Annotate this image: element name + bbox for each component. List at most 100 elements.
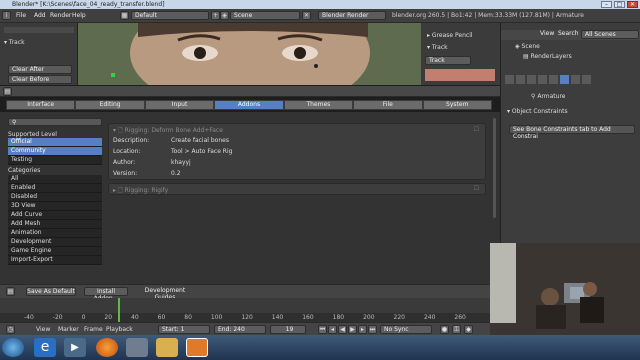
- menu-render[interactable]: Render: [50, 12, 71, 19]
- menu-file[interactable]: File: [16, 12, 26, 19]
- keyframe-icon[interactable]: ◆: [464, 325, 473, 334]
- clear-after-button[interactable]: Clear After: [8, 65, 72, 74]
- timeline-view-menu[interactable]: View: [36, 326, 50, 333]
- start-frame-field[interactable]: Start: 1: [158, 325, 210, 334]
- tab-interface[interactable]: Interface: [6, 100, 76, 110]
- timeline-frame-menu[interactable]: Frame: [84, 326, 103, 333]
- timeline-marker-menu[interactable]: Marker: [58, 326, 79, 333]
- scene-tab-icon[interactable]: [527, 75, 536, 84]
- outliner-scene-item[interactable]: ◈ Scene: [515, 43, 540, 50]
- tab-editing[interactable]: Editing: [75, 100, 145, 110]
- category-item[interactable]: Add Curve: [8, 211, 102, 220]
- category-item[interactable]: Add Mesh: [8, 220, 102, 229]
- next-key-icon[interactable]: ▸: [358, 325, 367, 334]
- preferences-scrollbar[interactable]: [493, 118, 496, 218]
- track-color-swatch[interactable]: [425, 69, 495, 81]
- scene-field[interactable]: Scene: [230, 11, 300, 20]
- category-item[interactable]: Disabled: [8, 193, 102, 202]
- object-tab-icon[interactable]: [549, 75, 558, 84]
- jump-end-icon[interactable]: ⏭: [368, 325, 377, 334]
- category-item[interactable]: Enabled: [8, 184, 102, 193]
- jump-start-icon[interactable]: ⏮: [318, 325, 327, 334]
- tool-shelf: ▾ Track Clear After Clear Before: [0, 23, 78, 85]
- menu-add[interactable]: Add: [34, 12, 46, 19]
- category-item[interactable]: Development: [8, 238, 102, 247]
- category-item[interactable]: Animation: [8, 229, 102, 238]
- prev-key-icon[interactable]: ◂: [328, 325, 337, 334]
- render-tab-icon[interactable]: [505, 75, 514, 84]
- internet-explorer-icon[interactable]: e: [34, 338, 56, 357]
- addon-enable-checkbox[interactable]: ☐: [474, 126, 479, 133]
- minimize-icon[interactable]: –: [601, 1, 612, 8]
- scene-icon[interactable]: ◈: [220, 11, 229, 20]
- addon-enable-checkbox[interactable]: ☐: [474, 185, 479, 192]
- maximize-icon[interactable]: □: [614, 1, 625, 8]
- start-button-icon[interactable]: [2, 338, 24, 357]
- outliner-renderlayers-item[interactable]: ▤ RenderLayers: [523, 53, 572, 60]
- blender-icon[interactable]: [186, 338, 208, 357]
- install-addon-button[interactable]: Install Addon...: [84, 287, 128, 302]
- outliner-search-menu[interactable]: Search: [555, 30, 581, 39]
- editor-type-icon[interactable]: ▤: [3, 87, 12, 96]
- firefox-icon[interactable]: [96, 338, 118, 357]
- screen-icon[interactable]: ▦: [120, 11, 129, 20]
- tick-label: 60: [157, 314, 166, 321]
- media-player-icon[interactable]: ▶: [64, 338, 86, 357]
- movie-clip-view[interactable]: [78, 23, 421, 85]
- current-frame-field[interactable]: 19: [270, 325, 306, 334]
- bone-tab-icon[interactable]: [582, 75, 591, 84]
- end-frame-field[interactable]: End: 240: [214, 325, 266, 334]
- category-item[interactable]: Import-Export: [8, 256, 102, 265]
- level-official[interactable]: Official: [8, 138, 102, 147]
- constraints-hint-button[interactable]: See Bone Constraints tab to Add Constrai: [509, 125, 635, 140]
- constraints-tab-icon[interactable]: [560, 75, 569, 84]
- outliner-view-menu[interactable]: View: [537, 30, 555, 39]
- editor-type-icon[interactable]: ◷: [6, 325, 15, 334]
- category-item[interactable]: All: [8, 175, 102, 184]
- record-icon[interactable]: ●: [440, 325, 449, 334]
- addon-title[interactable]: ▾ 🗋 Rigging: Deform Bone Add+Face: [113, 126, 223, 136]
- menu-help[interactable]: Help: [72, 12, 86, 19]
- tab-themes[interactable]: Themes: [283, 100, 354, 110]
- grease-pencil-panel[interactable]: ▸ Grease Pencil: [427, 32, 473, 39]
- track-name-field[interactable]: Track: [425, 56, 471, 65]
- addon-title[interactable]: ▸ 🗋 Rigging: Rigify: [113, 186, 168, 196]
- level-testing[interactable]: Testing: [8, 156, 102, 165]
- render-engine-select[interactable]: Blender Render: [318, 11, 386, 20]
- windows-taskbar: e ▶: [0, 335, 640, 360]
- tab-addons[interactable]: Addons: [214, 100, 284, 110]
- file-explorer-icon[interactable]: [156, 338, 178, 357]
- category-item[interactable]: Game Engine: [8, 247, 102, 256]
- tab-system[interactable]: System: [422, 100, 492, 110]
- outliner-filter-select[interactable]: All Scenes: [581, 30, 639, 39]
- object-constraints-panel[interactable]: ▾ Object Constraints: [507, 108, 568, 115]
- layers-tab-icon[interactable]: [516, 75, 525, 84]
- world-tab-icon[interactable]: [538, 75, 547, 84]
- tab-input[interactable]: Input: [144, 100, 215, 110]
- info-editor-icon[interactable]: i: [2, 11, 11, 20]
- tick-label: 200: [363, 314, 375, 321]
- timeline-view[interactable]: -40 -20 0 20 40 60 80 100 120 140 160 18…: [0, 298, 490, 322]
- editor-type-icon[interactable]: ▤: [6, 287, 15, 296]
- sync-select[interactable]: No Sync: [380, 325, 432, 334]
- properties-breadcrumb: ⚲ Armature: [531, 93, 566, 100]
- development-guides-button[interactable]: Development Guides: [134, 287, 196, 301]
- play-icon[interactable]: ▶: [348, 325, 357, 334]
- close-icon[interactable]: ✕: [627, 1, 638, 8]
- description-value: Create facial bones: [171, 137, 229, 144]
- level-community[interactable]: Community: [8, 147, 102, 156]
- keying-set-icon[interactable]: ⚿: [452, 325, 461, 334]
- play-reverse-icon[interactable]: ◀: [338, 325, 347, 334]
- timeline-playback-menu[interactable]: Playback: [106, 326, 133, 333]
- addon-search-input[interactable]: ⚲: [8, 118, 102, 126]
- remove-scene-icon[interactable]: ✕: [302, 11, 311, 20]
- data-tab-icon[interactable]: [571, 75, 580, 84]
- category-item[interactable]: 3D View: [8, 202, 102, 211]
- track-panel[interactable]: ▾ Track: [427, 44, 448, 51]
- version-value: 0.2: [171, 170, 181, 177]
- tab-file[interactable]: File: [353, 100, 423, 110]
- calculator-icon[interactable]: [126, 338, 148, 357]
- clear-before-button[interactable]: Clear Before: [8, 75, 72, 84]
- screen-layout-field[interactable]: Default: [131, 11, 209, 20]
- save-as-default-button[interactable]: Save As Default: [26, 287, 76, 296]
